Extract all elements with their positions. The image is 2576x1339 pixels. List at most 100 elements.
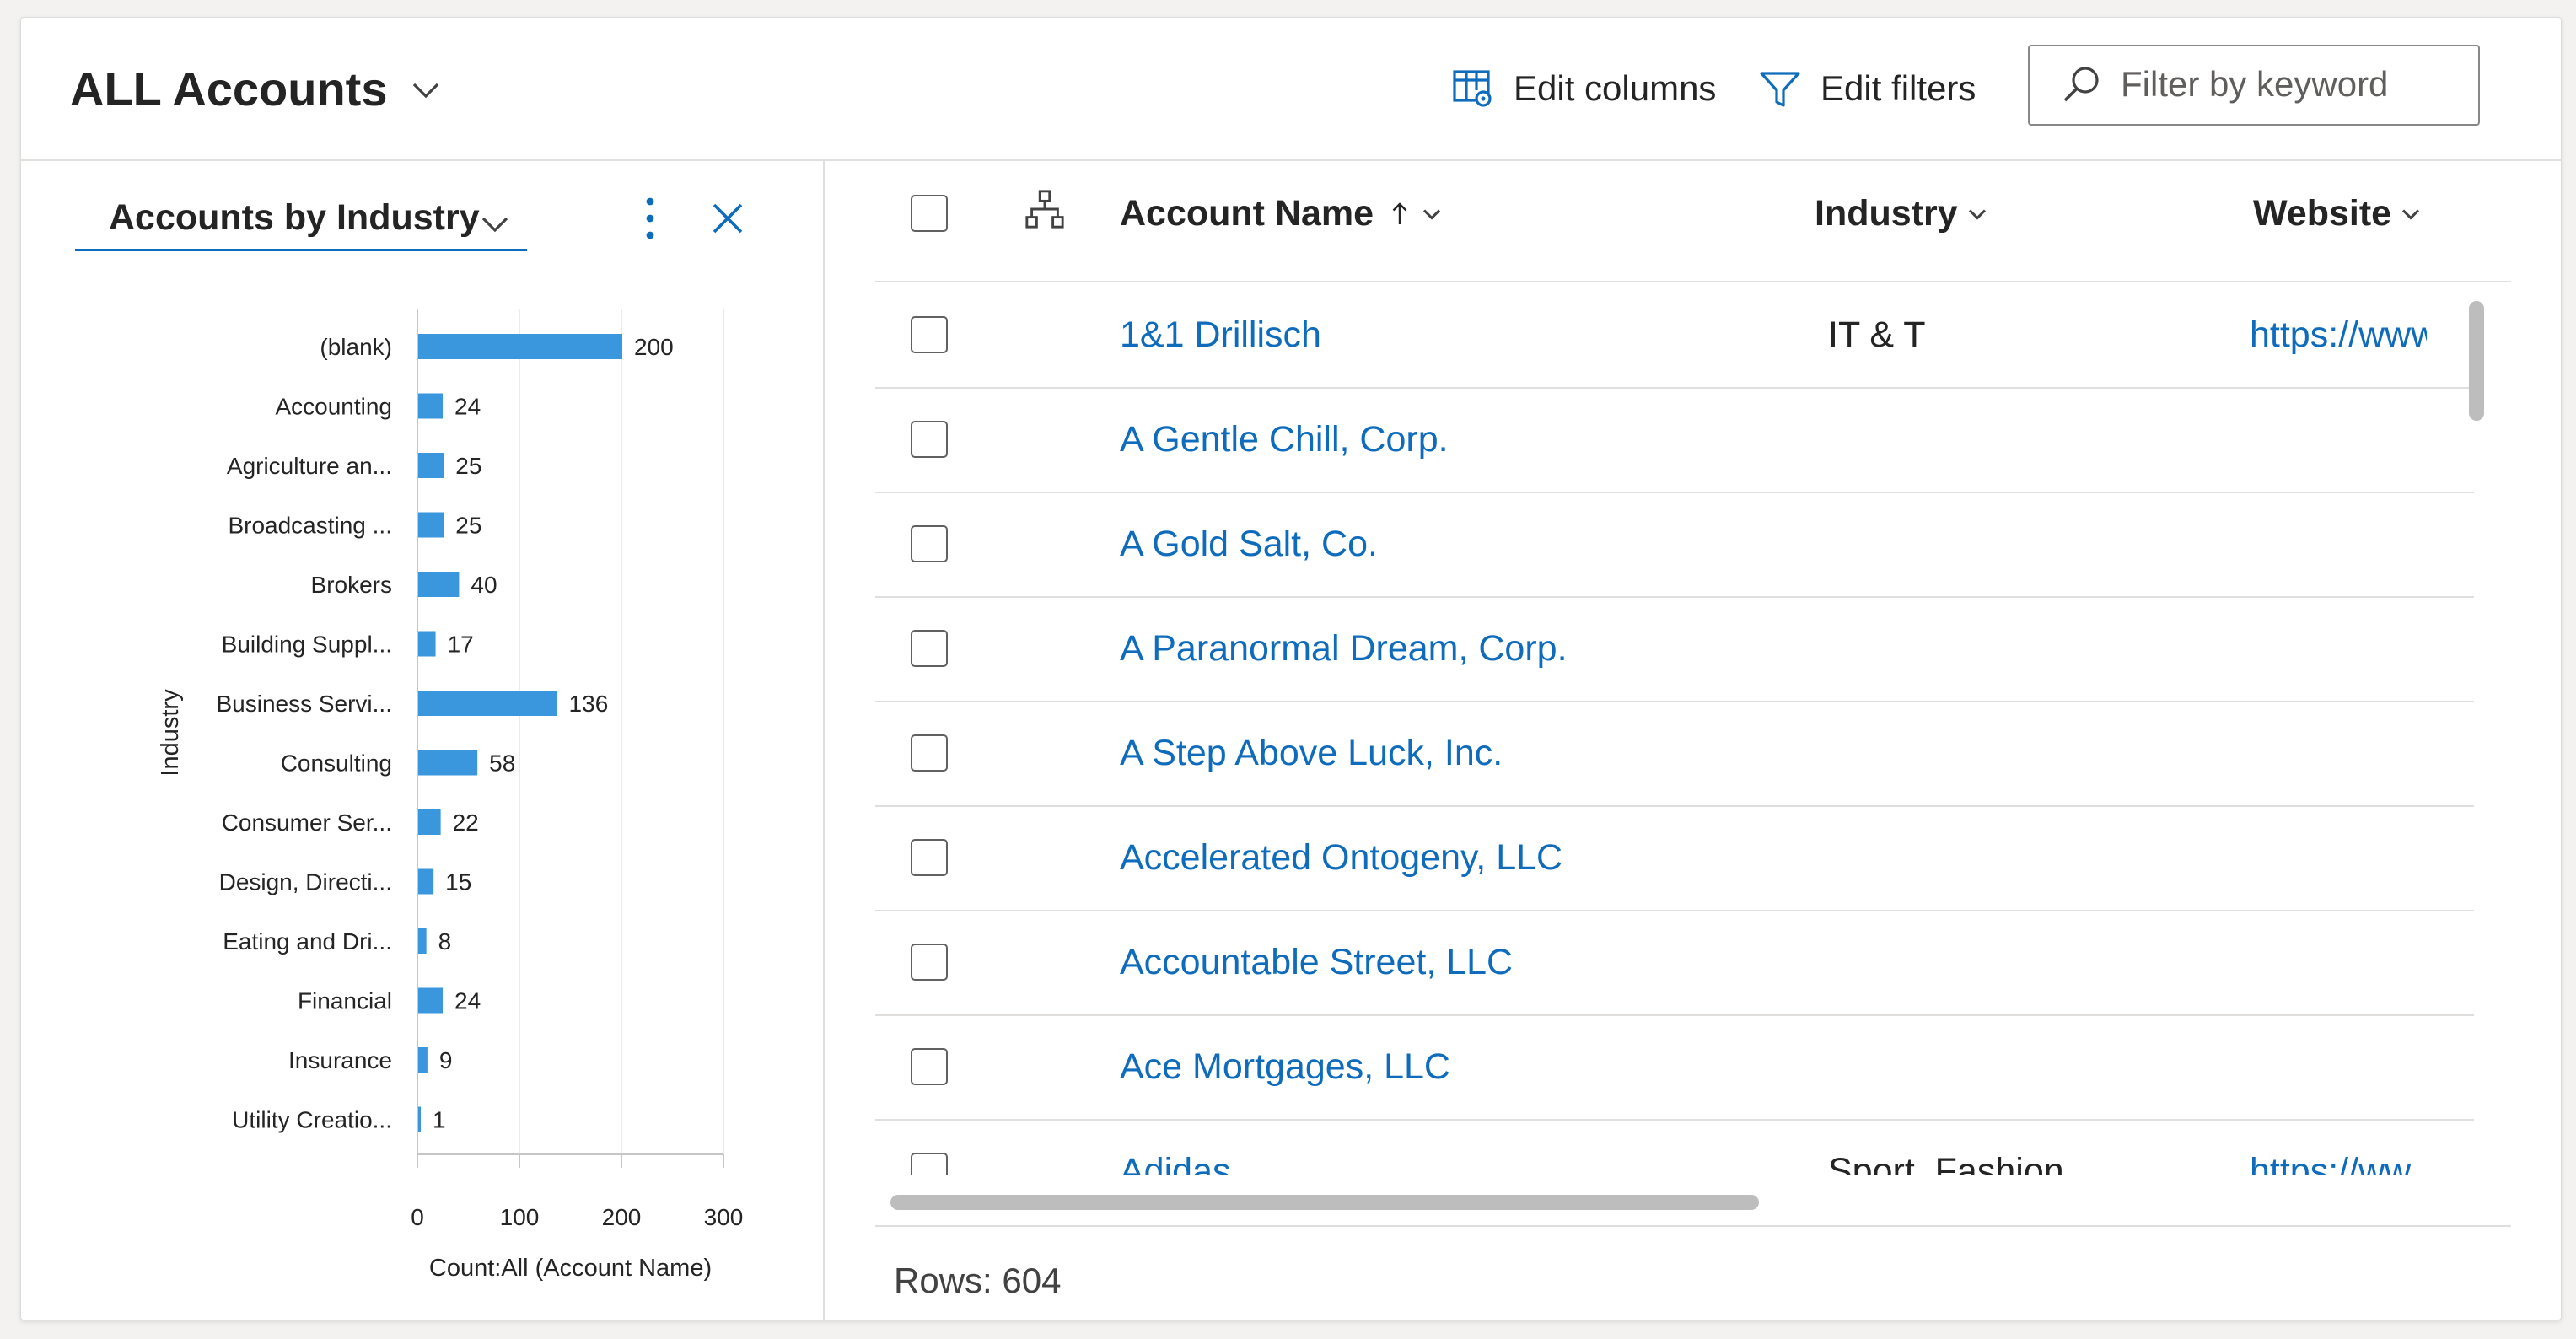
edit-filters-label: Edit filters xyxy=(1820,68,1976,108)
data-label: 25 xyxy=(455,513,481,539)
table-row[interactable]: A Step Above Luck, Inc. xyxy=(875,701,2474,807)
column-header-label: Website xyxy=(2253,193,2392,234)
x-tick-label: 100 xyxy=(500,1204,540,1230)
bar xyxy=(418,868,434,895)
account-name-link[interactable]: Accelerated Ontogeny, LLC xyxy=(1120,837,1562,879)
x-tick-label: 300 xyxy=(704,1204,744,1230)
data-label: 8 xyxy=(438,928,452,955)
table-row[interactable]: Ace Mortgages, LLC xyxy=(875,1014,2474,1121)
data-label: 24 xyxy=(454,988,481,1014)
view-header: ALL Accounts Edit columns Edit filters xyxy=(21,18,2561,161)
bar xyxy=(418,334,622,359)
y-tick-label: Design, Directi... xyxy=(219,869,392,895)
data-label: 200 xyxy=(634,334,674,360)
chevron-down-icon xyxy=(1423,208,1441,220)
data-label: 15 xyxy=(445,869,471,895)
accounts-view-panel: ALL Accounts Edit columns Edit filters F… xyxy=(20,17,2562,1320)
keyword-filter-input[interactable] xyxy=(2119,58,2460,110)
accounts-grid: Account Name Industry Website 1&1 Drilli… xyxy=(825,161,2561,1320)
bar xyxy=(418,631,436,657)
view-selector[interactable]: ALL Accounts xyxy=(70,62,443,116)
bar xyxy=(418,987,444,1014)
bar xyxy=(418,393,444,419)
data-label: 17 xyxy=(448,632,474,658)
column-header-label: Account Name xyxy=(1120,193,1374,234)
vertical-scrollbar-thumb[interactable] xyxy=(2469,301,2484,421)
edit-filters-button[interactable]: Edit filters xyxy=(1758,67,1976,110)
grid-header-row: Account Name Industry Website xyxy=(875,161,2511,282)
x-tick-label: 0 xyxy=(411,1204,424,1230)
data-label: 1 xyxy=(433,1107,446,1133)
y-tick-label: Utility Creatio... xyxy=(232,1107,392,1133)
y-axis-title: Industry xyxy=(157,689,184,777)
account-name-link[interactable]: A Gold Salt, Co. xyxy=(1120,524,1378,565)
y-tick-label: (blank) xyxy=(320,334,392,360)
y-tick-label: Broadcasting ... xyxy=(228,513,392,539)
data-label: 136 xyxy=(569,691,609,717)
chevron-down-icon xyxy=(413,83,439,98)
edit-columns-button[interactable]: Edit columns xyxy=(1451,67,1716,110)
website-link[interactable]: https://ww xyxy=(2250,1151,2427,1175)
row-checkbox[interactable] xyxy=(911,525,948,562)
data-label: 58 xyxy=(489,750,515,777)
view-title: ALL Accounts xyxy=(70,62,388,116)
account-name-link[interactable]: A Step Above Luck, Inc. xyxy=(1120,733,1503,774)
select-all-checkbox[interactable] xyxy=(911,195,948,232)
row-checkbox[interactable] xyxy=(911,630,948,667)
table-row[interactable]: 1&1 Drillisch IT & T https://www xyxy=(875,282,2474,389)
bar xyxy=(418,512,444,538)
horizontal-scrollbar-thumb[interactable] xyxy=(890,1195,1759,1210)
grid-rows: 1&1 Drillisch IT & T https://www A Gentl… xyxy=(875,282,2474,1175)
table-row[interactable]: Adidas Sport, Fashion https://ww xyxy=(875,1119,2474,1175)
y-tick-label: Insurance xyxy=(288,1047,392,1073)
account-name-link[interactable]: 1&1 Drillisch xyxy=(1120,315,1321,356)
edit-columns-label: Edit columns xyxy=(1514,68,1717,108)
sort-ascending-icon xyxy=(1392,202,1407,224)
website-link[interactable]: https://www xyxy=(2250,315,2427,356)
account-name-link[interactable]: Accountable Street, LLC xyxy=(1120,942,1513,983)
y-tick-label: Brokers xyxy=(311,572,392,598)
industry-bar-chart: 0 100 200 300 (blank) 200 Accounting 24 Agricult… xyxy=(157,309,744,1282)
bar xyxy=(418,750,478,776)
account-name-link[interactable]: A Gentle Chill, Corp. xyxy=(1120,419,1449,460)
row-checkbox[interactable] xyxy=(911,421,948,458)
column-header-website[interactable]: Website xyxy=(2253,193,2423,234)
account-name-link[interactable]: Adidas xyxy=(1120,1151,1230,1175)
account-name-link[interactable]: Ace Mortgages, LLC xyxy=(1120,1046,1450,1088)
table-row[interactable]: Accelerated Ontogeny, LLC xyxy=(875,805,2474,911)
bar xyxy=(418,453,444,478)
account-name-link[interactable]: A Paranormal Dream, Corp. xyxy=(1120,628,1568,670)
table-row[interactable]: A Paranormal Dream, Corp. xyxy=(875,596,2474,702)
column-header-label: Industry xyxy=(1815,193,1958,234)
footer-divider xyxy=(875,1225,2511,1227)
table-row[interactable]: Accountable Street, LLC xyxy=(875,910,2474,1016)
chevron-down-icon xyxy=(2402,208,2420,220)
y-tick-label: Business Servi... xyxy=(216,691,392,717)
data-label: 25 xyxy=(455,453,481,479)
x-axis-title: Count:All (Account Name) xyxy=(429,1255,712,1282)
table-row[interactable]: A Gentle Chill, Corp. xyxy=(875,387,2474,493)
bar xyxy=(418,928,427,954)
column-header-industry[interactable]: Industry xyxy=(1815,193,1990,234)
data-label: 24 xyxy=(454,394,481,420)
rows-count: Rows: 604 xyxy=(894,1261,1062,1300)
hierarchy-icon[interactable] xyxy=(1024,188,1066,230)
bar xyxy=(418,809,441,835)
bar xyxy=(418,1047,428,1073)
row-checkbox[interactable] xyxy=(911,1153,948,1175)
data-label: 40 xyxy=(471,572,497,598)
keyword-filter-box[interactable] xyxy=(2028,45,2480,126)
industry-cell: IT & T xyxy=(1828,315,1926,355)
row-checkbox[interactable] xyxy=(911,1048,948,1085)
row-checkbox[interactable] xyxy=(911,316,948,353)
row-checkbox[interactable] xyxy=(911,734,948,772)
chart-pane: Accounts by Industry 0 100 200 300 (blank) 20… xyxy=(21,161,825,1320)
y-tick-label: Consulting xyxy=(281,750,392,777)
column-header-account-name[interactable]: Account Name xyxy=(1120,193,1444,234)
table-row[interactable]: A Gold Salt, Co. xyxy=(875,492,2474,598)
filter-icon xyxy=(1760,72,1800,107)
bar xyxy=(418,691,557,716)
row-checkbox[interactable] xyxy=(911,839,948,876)
row-checkbox[interactable] xyxy=(911,944,948,981)
chevron-down-icon xyxy=(1968,208,1986,220)
